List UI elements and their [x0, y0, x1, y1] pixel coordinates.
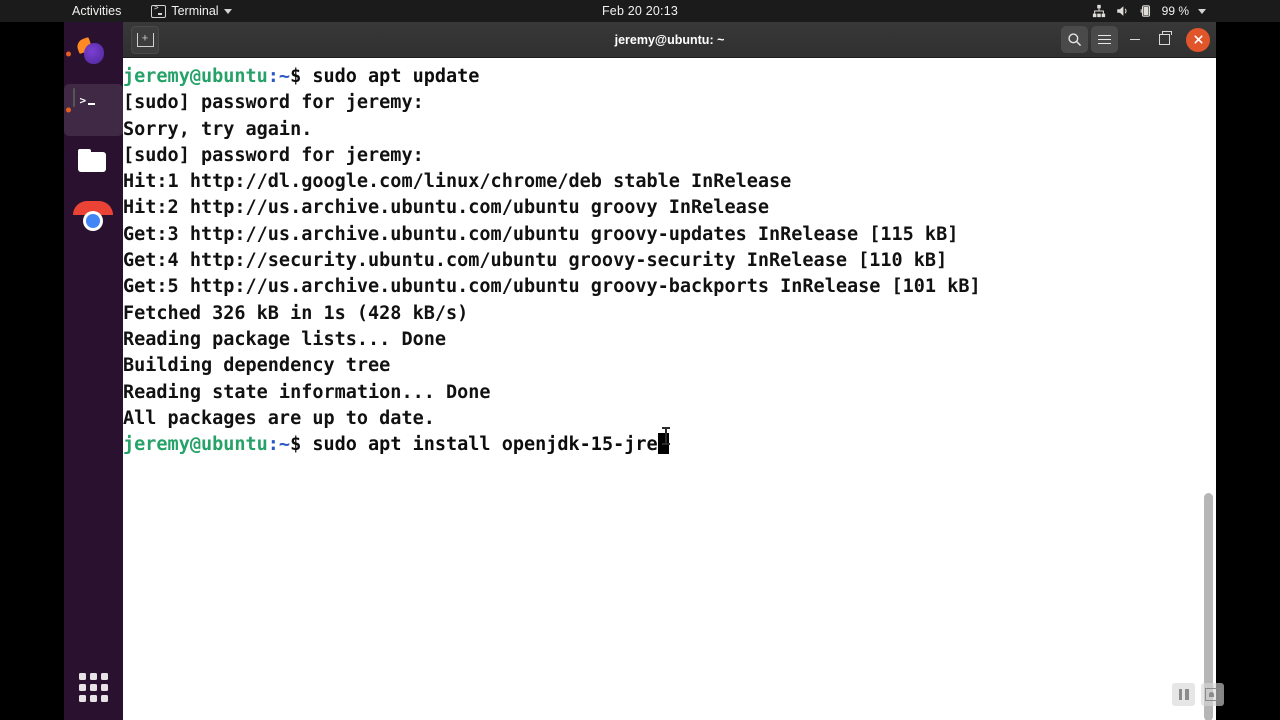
- volume-icon: [1116, 6, 1127, 16]
- dock-item-terminal[interactable]: >: [64, 82, 123, 138]
- search-icon: [1068, 33, 1081, 46]
- prompt-user-host: jeremy@ubuntu: [123, 66, 268, 87]
- network-wired-icon: [1092, 4, 1105, 18]
- terminal-output-line: [sudo] password for jeremy:: [123, 144, 424, 166]
- close-icon: [1193, 35, 1203, 44]
- show-applications-button[interactable]: [64, 662, 123, 712]
- maximize-button[interactable]: [1151, 26, 1178, 53]
- top-panel: Activities Terminal Feb 20 20:13 99 %: [0, 0, 1280, 22]
- terminal-output-line: Get:5 http://us.archive.ubuntu.com/ubunt…: [123, 276, 981, 298]
- dock-item-files[interactable]: [64, 138, 123, 194]
- new-tab-button[interactable]: [131, 25, 159, 54]
- terminal-titlebar[interactable]: jeremy@ubuntu: ~: [123, 22, 1216, 58]
- dock-item-firefox[interactable]: [64, 26, 123, 82]
- prompt-path: :~: [267, 434, 291, 456]
- prompt-sigil: $: [290, 434, 302, 456]
- battery-percent-label: 99 %: [1161, 4, 1189, 18]
- new-tab-icon: [136, 32, 154, 47]
- terminal-window: jeremy@ubuntu: ~: [123, 22, 1216, 720]
- terminal-prompt-line: jeremy@ubuntu:~$ sudo apt install openjd…: [123, 432, 1216, 458]
- app-grid-icon: [79, 672, 108, 702]
- clock-label: Feb 20 20:13: [601, 4, 679, 18]
- terminal-output-line: Hit:2 http://us.archive.ubuntu.com/ubunt…: [123, 197, 770, 219]
- running-indicator-dot: [66, 107, 71, 113]
- terminal-output-line: Hit:1 http://dl.google.com/linux/chrome/…: [123, 171, 792, 193]
- chevron-down-icon: [1198, 8, 1206, 14]
- screenshot-icon: [1204, 688, 1221, 701]
- terminal-command: sudo apt install openjdk-15-jre: [301, 434, 658, 456]
- screencast-overlay-controls: [1172, 683, 1224, 706]
- activities-button[interactable]: Activities: [64, 2, 129, 20]
- terminal-output-line: [sudo] password for jeremy:: [123, 92, 424, 114]
- terminal-icon: >: [72, 88, 115, 131]
- firefox-icon: [73, 33, 115, 75]
- status-area[interactable]: 99 %: [1092, 0, 1206, 22]
- screenshot-button[interactable]: [1201, 683, 1224, 706]
- chevron-down-icon: [223, 8, 232, 14]
- close-button[interactable]: [1186, 27, 1210, 52]
- minimize-button[interactable]: [1121, 26, 1148, 53]
- terminal-scrollbar[interactable]: [1204, 58, 1213, 720]
- chrome-icon: [72, 201, 115, 243]
- window-title: jeremy@ubuntu: ~: [614, 32, 725, 47]
- battery-icon: [1140, 5, 1150, 17]
- terminal-output-line: Reading state information... Done: [123, 381, 491, 403]
- terminal-output-line: Get:3 http://us.archive.ubuntu.com/ubunt…: [123, 223, 959, 245]
- dock: >: [64, 22, 123, 720]
- terminal-cursor: [657, 433, 669, 455]
- terminal-output-line: All packages are up to date.: [123, 407, 435, 429]
- terminal-output-line: Fetched 326 kB in 1s (428 kB/s): [123, 302, 469, 324]
- pause-icon: [1178, 689, 1189, 700]
- terminal-output-area[interactable]: jeremy@ubuntu:~$ sudo apt update [sudo] p…: [123, 58, 1216, 720]
- prompt-sigil: $: [290, 66, 302, 87]
- titlebar-controls: [1061, 22, 1210, 57]
- search-button[interactable]: [1061, 26, 1088, 53]
- terminal-output-line: Building dependency tree: [123, 355, 391, 377]
- terminal-output-line: Get:4 http://security.ubuntu.com/ubuntu …: [123, 250, 948, 272]
- minimize-icon: [1129, 38, 1140, 41]
- hamburger-menu-icon: [1098, 32, 1111, 46]
- files-folder-icon: [73, 145, 115, 187]
- menu-button[interactable]: [1091, 26, 1118, 53]
- terminal-output-line: Sorry, try again.: [123, 118, 313, 140]
- maximize-icon: [1159, 31, 1172, 45]
- dock-item-chrome[interactable]: [64, 194, 123, 250]
- app-menu-label: Terminal: [171, 4, 219, 18]
- terminal-text: jeremy@ubuntu:~$ sudo apt update [sudo] p…: [123, 58, 1216, 458]
- prompt-path: :~: [267, 66, 291, 87]
- terminal-icon: [151, 3, 167, 18]
- terminal-output-line: Reading package lists... Done: [123, 328, 447, 350]
- prompt-user-host: jeremy@ubuntu: [123, 434, 268, 456]
- pause-button[interactable]: [1172, 683, 1195, 706]
- terminal-command: sudo apt update: [301, 66, 480, 87]
- running-indicator-dot: [66, 51, 71, 57]
- app-menu-terminal[interactable]: Terminal: [151, 3, 232, 18]
- terminal-prompt-line: jeremy@ubuntu:~$ sudo apt update: [123, 64, 1216, 90]
